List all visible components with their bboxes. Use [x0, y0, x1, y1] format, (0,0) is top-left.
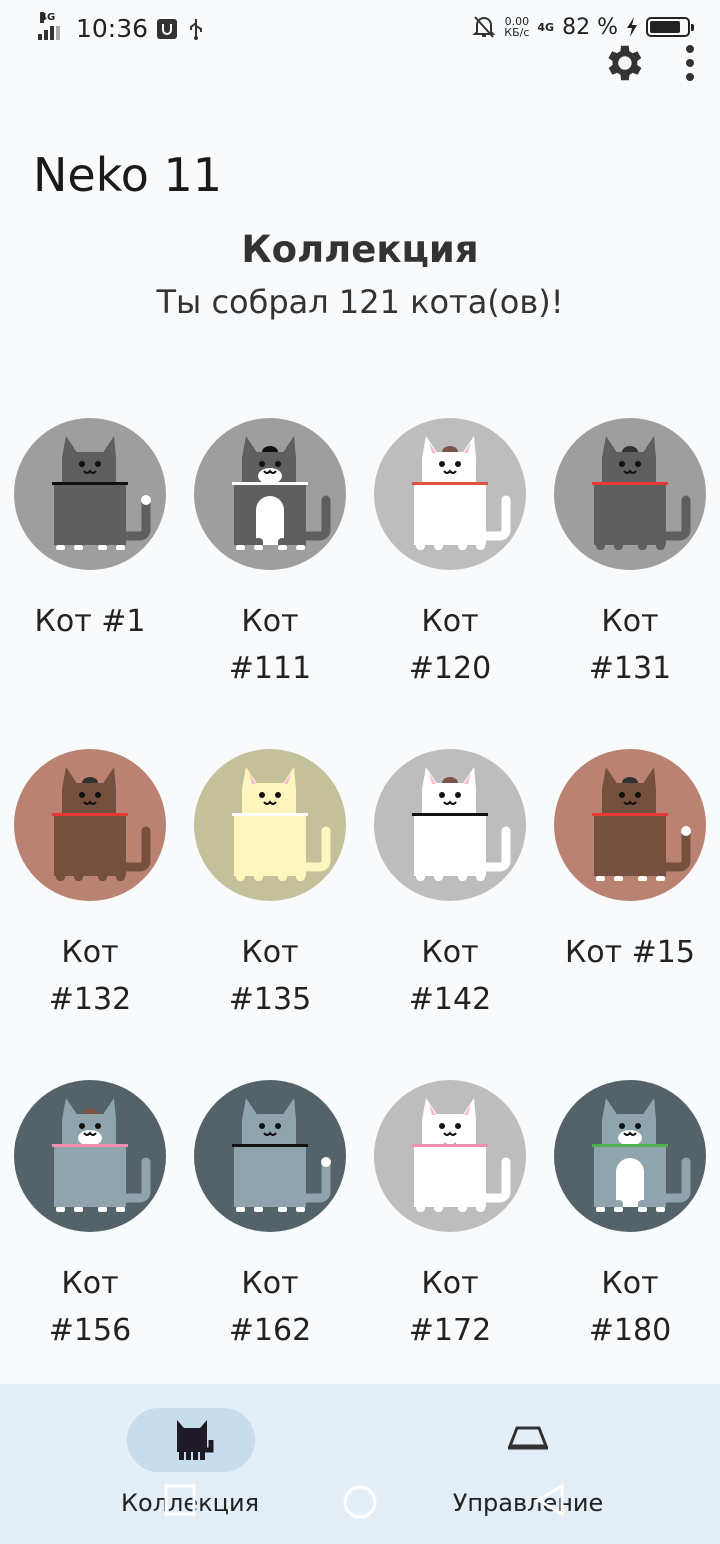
battery-icon: [646, 17, 694, 37]
speed-unit: КБ/с: [504, 26, 530, 39]
cat-item[interactable]: Кот #180: [540, 1080, 720, 1411]
cat-item[interactable]: Кот #120: [360, 418, 540, 749]
cat-label: Кот #1: [34, 604, 146, 639]
cat-label: Кот #131: [588, 604, 672, 686]
cat-label: Кот #156: [48, 1266, 132, 1348]
bottom-navigation: Коллекция Управление: [0, 1384, 720, 1544]
cat-avatar[interactable]: [14, 418, 166, 570]
nav-controls-label: Управление: [452, 1489, 604, 1517]
cat-avatar[interactable]: [194, 749, 346, 901]
cat-item[interactable]: Кот #172: [360, 1080, 540, 1411]
cat-label: Кот #172: [408, 1266, 492, 1348]
cat-avatar[interactable]: [554, 749, 706, 901]
cat-item[interactable]: Кот #111: [180, 418, 360, 749]
cat-grid: Кот #1 Кот #111 Кот #120 Кот #131 Кот #132 Ко…: [0, 418, 720, 1411]
cat-label: Кот #162: [228, 1266, 312, 1348]
cat-avatar[interactable]: [194, 1080, 346, 1232]
mobile-data-indicator: 4G: [537, 20, 555, 34]
cat-item[interactable]: Кот #156: [0, 1080, 180, 1411]
cat-label: Кот #15: [565, 935, 695, 970]
cat-item[interactable]: Кот #162: [180, 1080, 360, 1411]
cat-item[interactable]: Кот #132: [0, 749, 180, 1080]
cat-label: Кот #180: [588, 1266, 672, 1348]
nav-collection-label: Коллекция: [120, 1489, 260, 1517]
cat-avatar[interactable]: [374, 749, 526, 901]
cat-item[interactable]: Кот #142: [360, 749, 540, 1080]
cat-avatar[interactable]: [194, 418, 346, 570]
cat-label: Кот #142: [408, 935, 492, 1017]
status-time: 10:36: [76, 14, 149, 43]
nav-collection[interactable]: Коллекция: [55, 1384, 325, 1544]
mute-icon: [472, 16, 496, 38]
cat-item[interactable]: Кот #131: [540, 418, 720, 749]
cat-avatar[interactable]: [554, 1080, 706, 1232]
usb-icon: [190, 18, 203, 40]
cat-icon: [177, 1420, 214, 1460]
cat-label: Кот #111: [228, 604, 312, 686]
network-type: 4G: [40, 11, 56, 23]
cat-avatar[interactable]: [374, 418, 526, 570]
cat-item[interactable]: Кот #135: [180, 749, 360, 1080]
cat-item[interactable]: Кот #15: [540, 749, 720, 1080]
more-options-icon[interactable]: [684, 45, 696, 81]
cat-label: Кот #120: [408, 604, 492, 686]
cat-label: Кот #135: [228, 935, 312, 1017]
network-speed: 0.00 КБ/с: [504, 16, 529, 38]
battery-percent: 82 %: [562, 14, 618, 40]
cat-label: Кот #132: [48, 935, 132, 1017]
charging-icon: [627, 17, 637, 37]
nav-controls[interactable]: Управление: [393, 1384, 663, 1544]
cat-item[interactable]: Кот #1: [0, 418, 180, 749]
signal-icon: 4G: [38, 11, 68, 40]
usb-debugging-icon: [157, 18, 178, 39]
cat-avatar[interactable]: [14, 1080, 166, 1232]
collection-heading: Коллекция: [241, 228, 479, 271]
food-dish-icon: [507, 1426, 549, 1450]
settings-icon[interactable]: [600, 40, 646, 86]
cat-avatar[interactable]: [374, 1080, 526, 1232]
cat-avatar[interactable]: [14, 749, 166, 901]
cat-avatar[interactable]: [554, 418, 706, 570]
collection-summary: Ты собрал 121 кота(ов)!: [156, 283, 564, 321]
app-title: Neko 11: [33, 148, 223, 202]
